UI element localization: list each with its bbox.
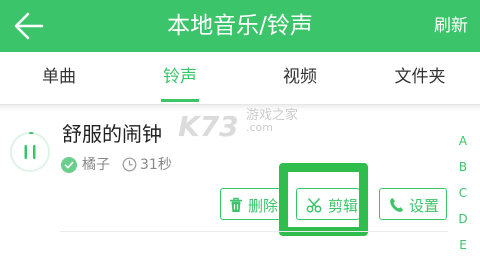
app-header: 本地音乐/铃声 刷新 [0,0,480,52]
list-divider [60,231,448,232]
settings-button[interactable]: 设置 [379,188,447,220]
phone-icon [389,197,404,213]
watermark-url: .com [246,121,273,134]
watermark-logo: K73 [178,110,239,143]
song-duration: 31秒 [140,154,172,174]
pause-icon[interactable] [9,131,51,173]
tab-ringtones[interactable]: 铃声 [135,52,225,104]
index-letter-d[interactable]: D [455,206,471,232]
settings-label: 设置 [409,195,439,216]
index-letter-e[interactable]: E [455,232,471,258]
index-letter-b[interactable]: B [455,154,471,180]
active-tab-indicator [161,99,199,102]
page-title: 本地音乐/铃声 [0,0,480,52]
site-watermark: K73 游戏之家 .com [178,104,328,140]
delete-label: 删除 [248,195,278,216]
song-artist: 橘子 [82,154,110,174]
trash-icon [229,197,243,213]
alphabet-index[interactable]: A B C D E [455,128,471,258]
delete-button[interactable]: 删除 [220,188,281,220]
verified-check-icon [61,157,77,173]
index-letter-a[interactable]: A [455,128,471,154]
tab-bar: 单曲 铃声 视频 文件夹 [0,52,480,105]
tab-songs[interactable]: 单曲 [14,52,104,104]
song-title: 舒服的闹钟 [62,118,162,147]
tab-videos[interactable]: 视频 [255,52,345,104]
highlight-frame [279,163,368,236]
index-letter-c[interactable]: C [455,180,471,206]
tab-folders[interactable]: 文件夹 [375,52,465,104]
refresh-button[interactable]: 刷新 [434,0,468,52]
clock-icon [122,157,137,172]
